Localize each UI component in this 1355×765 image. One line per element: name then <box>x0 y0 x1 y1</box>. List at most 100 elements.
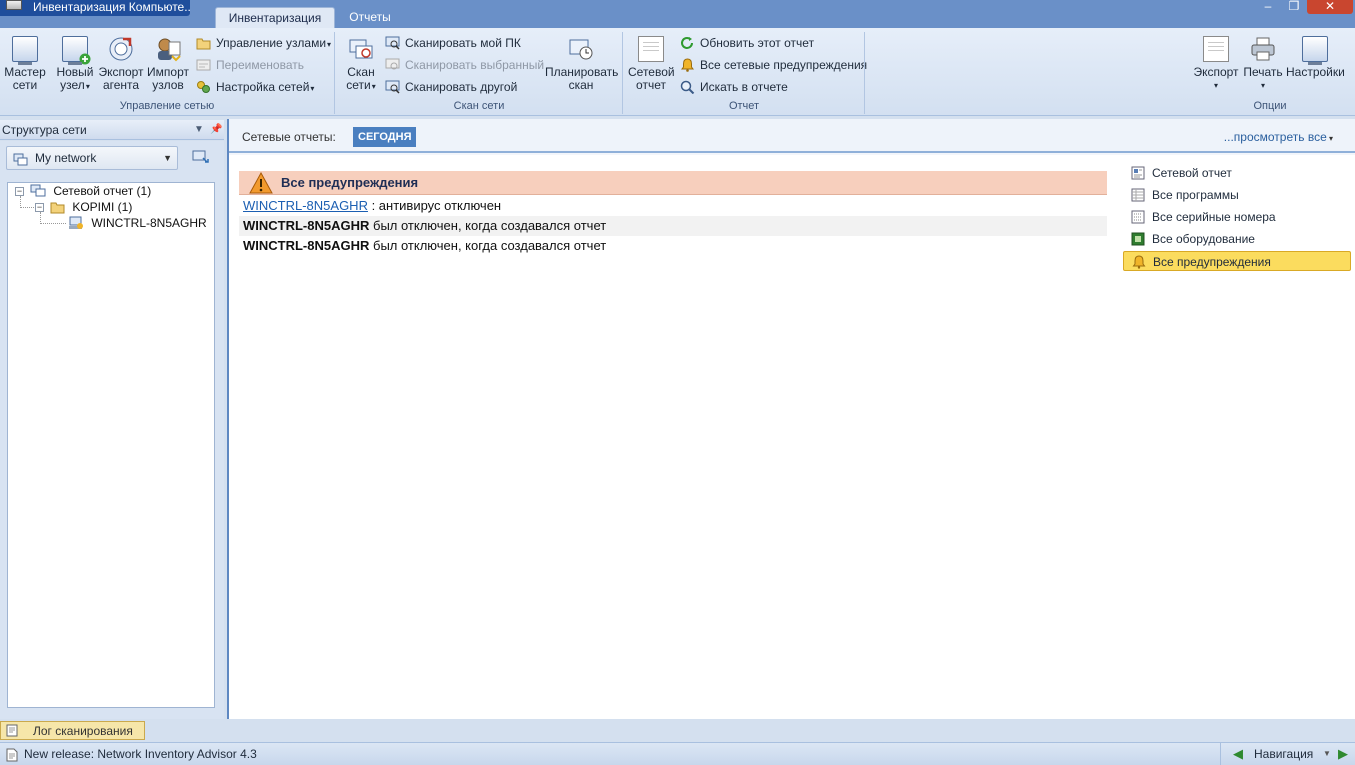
nav-forward-icon[interactable]: ▶ <box>1338 743 1348 765</box>
close-button[interactable]: ✕ <box>1307 0 1353 14</box>
tree-node-network-report[interactable]: Сетевой отчет (1) <box>30 183 151 199</box>
scan-my-pc-button[interactable]: Сканировать мой ПК <box>385 34 521 52</box>
chevron-down-icon: ▼ <box>163 153 172 163</box>
tab-inventory[interactable]: Инвентаризация <box>215 7 335 28</box>
status-text[interactable]: New release: Network Inventory Advisor 4… <box>24 743 257 765</box>
warning-row: WINCTRL-8N5AGHR был отключен, когда созд… <box>239 216 1107 236</box>
network-report-button[interactable]: Сетевой отчет <box>628 36 675 92</box>
serials-icon <box>1131 210 1145 224</box>
nav-network-report[interactable]: Сетевой отчет <box>1123 163 1351 183</box>
search-in-report-button[interactable]: Искать в отчете <box>680 78 788 96</box>
export-icon <box>1203 36 1229 62</box>
warning-row: WINCTRL-8N5AGHR : антивирус отключен <box>239 196 1107 216</box>
nav-all-programs[interactable]: Все программы <box>1123 185 1351 205</box>
host-name: WINCTRL-8N5AGHR <box>243 238 370 253</box>
network-wizard-icon <box>12 36 38 65</box>
warning-text: : антивирус отключен <box>367 198 502 213</box>
bell-icon <box>1132 255 1146 269</box>
ribbon: Мастер сети Новый узел Экспорт агента Им… <box>0 28 1355 116</box>
nav-back-icon[interactable]: ◀ <box>1233 743 1243 765</box>
navigation-dropdown-icon[interactable]: ▼ <box>1323 743 1331 765</box>
view-all-link[interactable]: ...просмотреть все <box>1224 130 1333 144</box>
group-label-report: Отчет <box>728 100 760 112</box>
nav-all-serials[interactable]: Все серийные номера <box>1123 207 1351 227</box>
left-panel-header: Структура сети ▼ 📌 <box>0 120 224 140</box>
nav-all-warnings[interactable]: Все предупреждения <box>1123 251 1351 271</box>
group-label-network: Управление сетью <box>119 100 215 112</box>
all-network-warnings-button[interactable]: Все сетевые предупреждения <box>680 56 867 74</box>
settings-button[interactable]: Настройки <box>1286 36 1345 79</box>
tree-node-kopimi[interactable]: KOPIMI (1) <box>50 199 132 215</box>
export-agent-button[interactable]: Экспорт агента <box>98 36 144 92</box>
reports-bar: Сетевые отчеты: СЕГОДНЯ ...просмотреть в… <box>229 119 1355 153</box>
left-panel-title: Структура сети <box>2 123 87 137</box>
refresh-report-button[interactable]: Обновить этот отчет <box>680 34 814 52</box>
ribbon-separator <box>864 32 865 114</box>
export-agent-icon <box>108 36 134 62</box>
panel-dropdown-icon[interactable]: ▼ <box>194 120 204 140</box>
network-select[interactable]: My network ▼ <box>6 146 178 170</box>
network-wizard-button[interactable]: Мастер сети <box>4 36 46 92</box>
warnings-title: Все предупреждения <box>281 175 419 190</box>
scan-log-tab[interactable]: Лог сканирования <box>0 721 145 740</box>
today-report-tab[interactable]: СЕГОДНЯ <box>353 127 417 147</box>
report-icon <box>1131 166 1145 180</box>
tree-collapse-toggle[interactable]: − <box>15 187 24 196</box>
rename-icon <box>196 58 211 72</box>
warnings-header: Все предупреждения <box>239 171 1107 195</box>
navigation-control: ◀ Навигация ▼ ▶ <box>1220 743 1355 765</box>
hardware-icon <box>1131 232 1145 246</box>
document-icon <box>6 747 18 762</box>
host-link[interactable]: WINCTRL-8N5AGHR <box>243 198 368 213</box>
scan-network-icon <box>348 36 374 62</box>
network-tree: − Сетевой отчет (1) − KOPIMI (1) WINCTRL… <box>7 182 215 708</box>
computer-icon <box>69 216 83 229</box>
tree-node-winctrl[interactable]: WINCTRL-8N5AGHR <box>68 215 207 231</box>
tree-line <box>40 223 66 224</box>
tab-reports[interactable]: Отчеты <box>340 7 400 28</box>
window-title: Инвентаризация Компьюте... <box>33 0 190 14</box>
network-refresh-button[interactable] <box>192 149 210 165</box>
tree-collapse-toggle[interactable]: − <box>35 203 44 212</box>
pin-icon[interactable]: 📌 <box>210 120 222 140</box>
ribbon-separator <box>622 32 623 114</box>
reports-label: Сетевые отчеты: <box>242 130 336 144</box>
left-panel: My network ▼ − Сетевой отчет (1) − KOPIM… <box>0 141 224 719</box>
scan-selected-button[interactable]: Сканировать выбранный <box>385 56 544 74</box>
navigation-label[interactable]: Навигация <box>1254 743 1313 765</box>
app-title: Инвентаризация Компьюте... <box>0 0 190 16</box>
export-dropdown-arrow: ▾ <box>1213 81 1218 90</box>
network-settings-button[interactable]: Настройка сетей <box>196 78 314 96</box>
minimize-button[interactable]: ‒ <box>1254 0 1282 14</box>
network-icon <box>13 151 28 166</box>
maximize-button[interactable]: ❐ <box>1280 0 1308 14</box>
print-button[interactable]: Печать ▾ <box>1242 36 1284 92</box>
warning-text: был отключен, когда создавался отчет <box>369 238 607 253</box>
print-dropdown-arrow: ▾ <box>1260 81 1265 90</box>
settings-icon <box>1302 36 1328 65</box>
manage-nodes-button[interactable]: Управление узлами <box>196 34 331 52</box>
group-label-scan: Скан сети <box>453 100 505 112</box>
bell-icon <box>680 58 695 72</box>
app-logo-icon <box>6 0 22 10</box>
programs-icon <box>1131 188 1145 202</box>
network-settings-icon <box>196 80 211 94</box>
scan-pc-icon <box>385 36 400 50</box>
scan-network-button[interactable]: Скан сети <box>342 36 380 93</box>
import-nodes-button[interactable]: Импорт узлов <box>146 36 190 92</box>
main-area: Сетевые отчеты: СЕГОДНЯ ...просмотреть в… <box>227 119 1355 719</box>
warning-icon <box>249 171 273 194</box>
export-button[interactable]: Экспорт ▾ <box>1193 36 1239 92</box>
scan-other-button[interactable]: Сканировать другой <box>385 78 517 96</box>
rename-button[interactable]: Переименовать <box>196 56 304 74</box>
new-node-icon <box>62 36 91 65</box>
schedule-scan-button[interactable]: Планировать скан <box>545 36 618 92</box>
refresh-icon <box>680 36 695 50</box>
nav-all-hardware[interactable]: Все оборудование <box>1123 229 1351 249</box>
import-nodes-icon <box>155 36 181 62</box>
folder-nodes-icon <box>196 36 211 50</box>
network-report-icon <box>638 36 664 62</box>
report-content: Все предупреждения WINCTRL-8N5AGHR : ант… <box>229 155 1355 719</box>
new-node-button[interactable]: Новый узел <box>54 36 96 93</box>
network-report-icon <box>30 184 46 197</box>
